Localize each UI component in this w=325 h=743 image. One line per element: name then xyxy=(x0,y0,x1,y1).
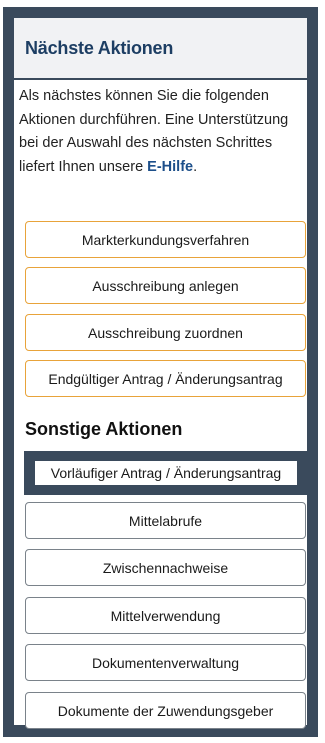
dokumentenverwaltung-button[interactable]: Dokumentenverwaltung xyxy=(25,644,306,681)
ausschreibung-zuordnen-button[interactable]: Ausschreibung zuordnen xyxy=(25,314,306,351)
mittelabrufe-button[interactable]: Mittelabrufe xyxy=(25,502,306,539)
panel-title: Nächste Aktionen xyxy=(25,37,174,58)
intro-text: Als nächstes können Sie die folgenden Ak… xyxy=(19,85,289,179)
endgueltiger-antrag-button[interactable]: Endgültiger Antrag / Änderungsantrag xyxy=(25,360,306,397)
panel-header: Nächste Aktionen xyxy=(14,18,307,78)
mittelverwendung-button[interactable]: Mittelverwendung xyxy=(25,597,306,634)
zwischennachweise-button[interactable]: Zwischennachweise xyxy=(25,549,306,586)
vorlaeufiger-antrag-button[interactable]: Vorläufiger Antrag / Änderungsantrag xyxy=(24,451,308,495)
ausschreibung-anlegen-button[interactable]: Ausschreibung anlegen xyxy=(25,267,306,304)
intro-suffix: . xyxy=(193,158,198,175)
other-actions-title: Sonstige Aktionen xyxy=(25,419,183,439)
e-hilfe-link[interactable]: E-Hilfe xyxy=(147,159,193,175)
dokumente-zuwendungsgeber-button[interactable]: Dokumente der Zuwendungsgeber xyxy=(25,692,306,729)
markterkundungsverfahren-button[interactable]: Markterkundungsverfahren xyxy=(25,221,306,258)
vorlaeufiger-antrag-label: Vorläufiger Antrag / Änderungsantrag xyxy=(35,461,297,485)
